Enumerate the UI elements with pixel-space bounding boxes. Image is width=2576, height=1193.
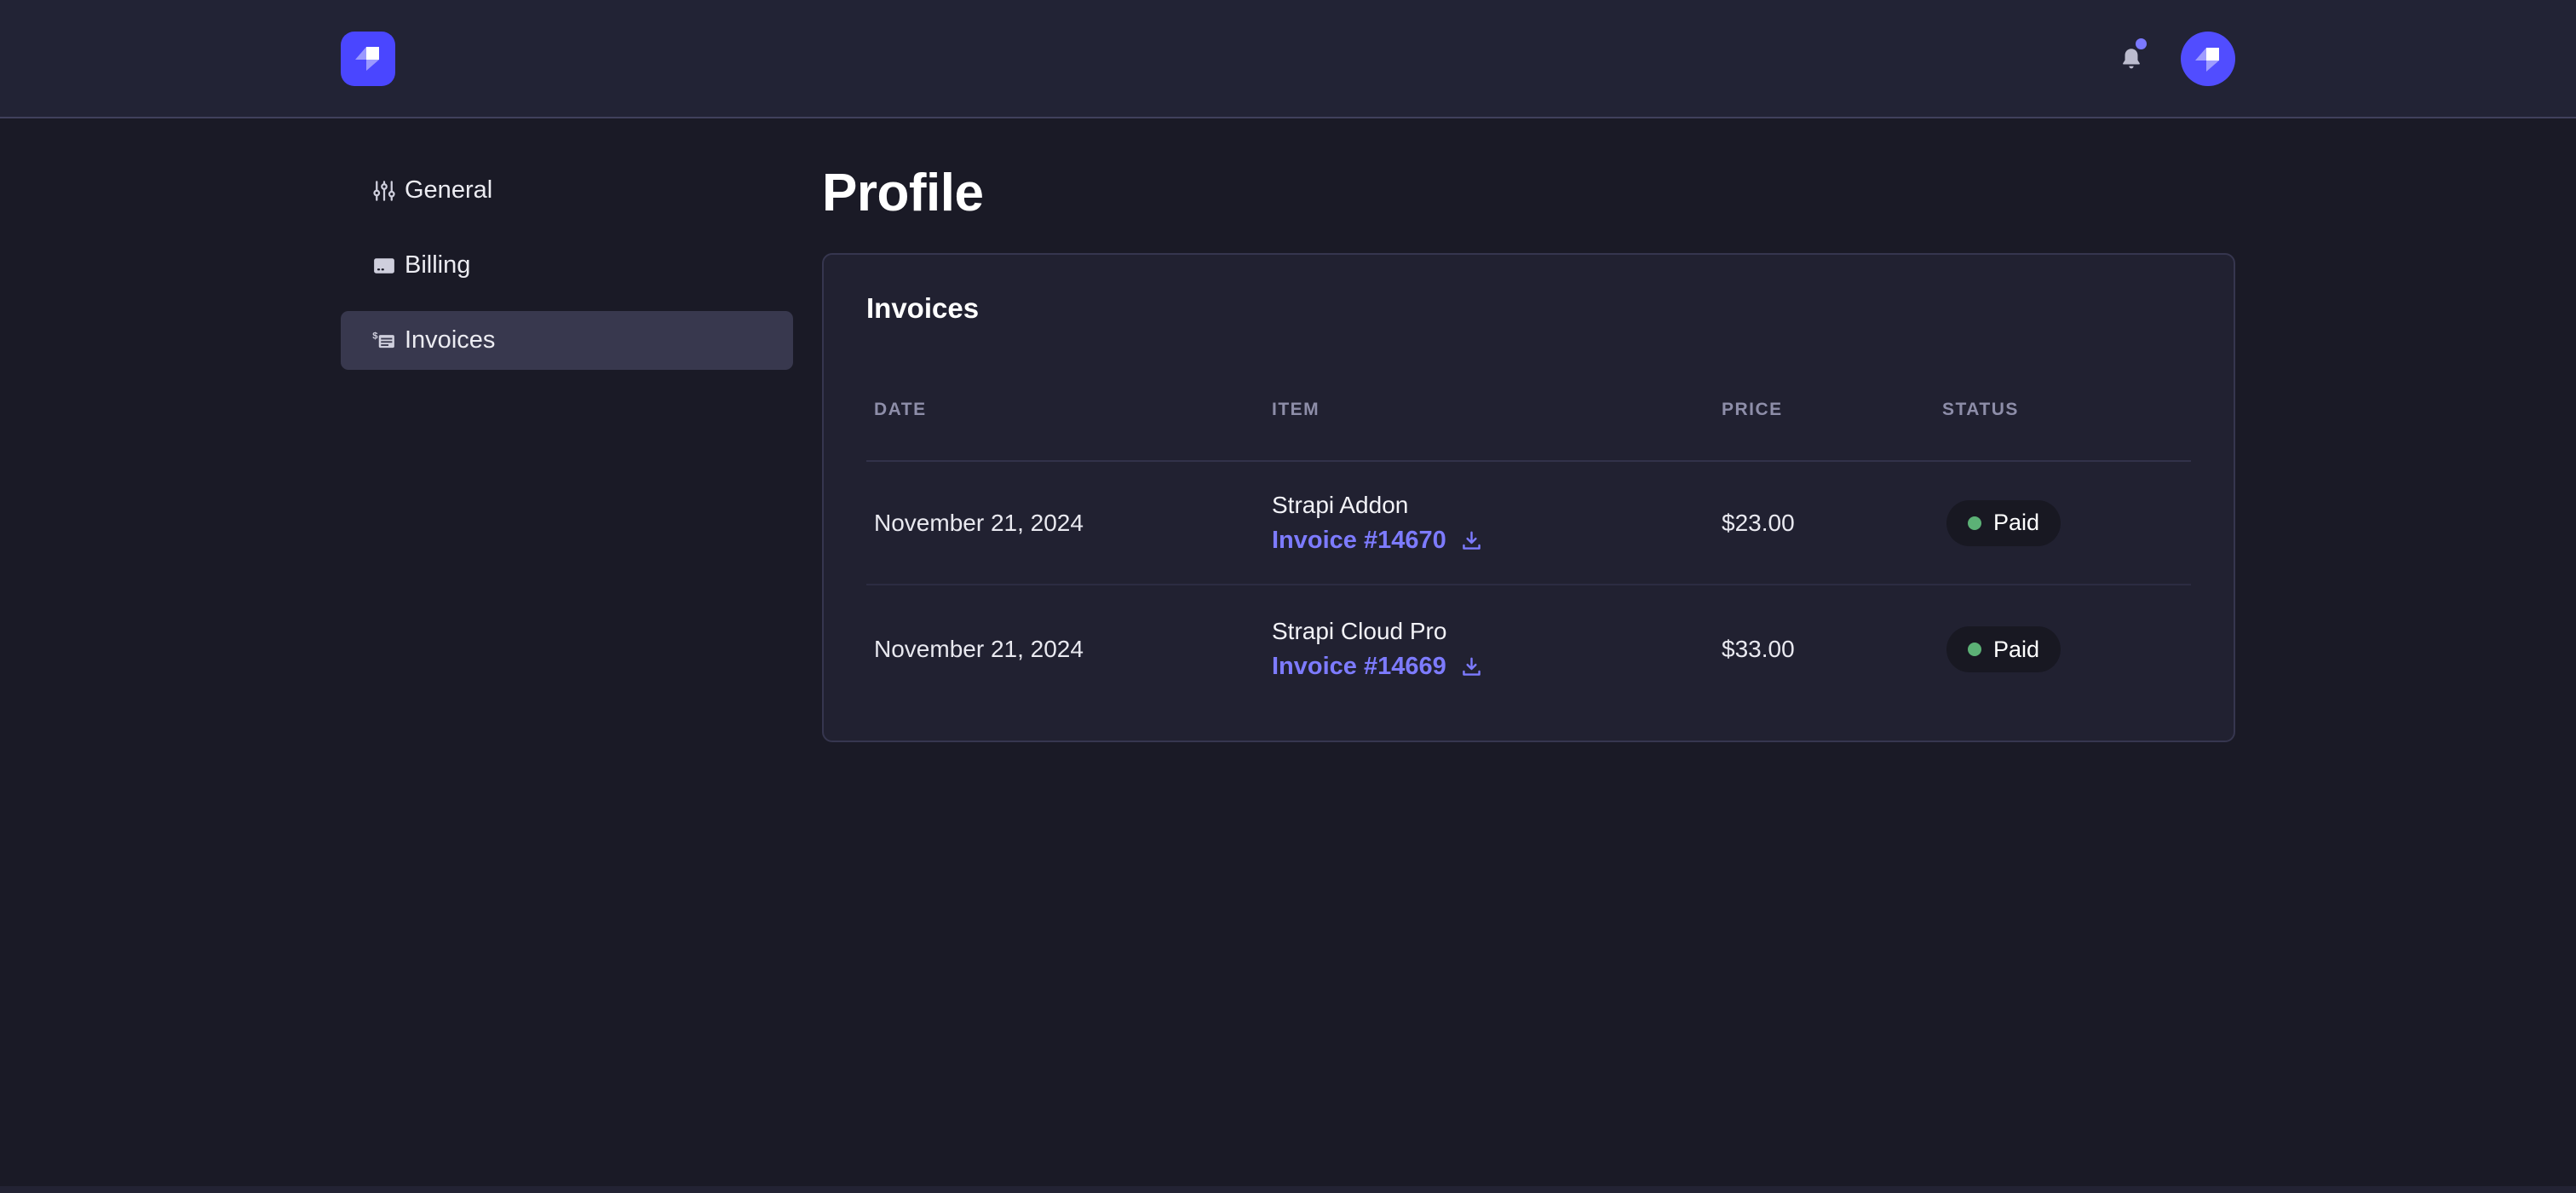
invoice-number-link[interactable]: Invoice #14669: [1272, 653, 1446, 681]
page-layout: General Billing $: [0, 118, 2576, 742]
invoice-number-link[interactable]: Invoice #14670: [1272, 527, 1446, 555]
status-badge: Paid: [1946, 626, 2061, 672]
top-navigation-bar: [0, 0, 2576, 118]
invoices-card-title: Invoices: [866, 292, 2191, 325]
invoice-status-cell: Paid: [1935, 626, 2191, 672]
table-row: November 21, 2024 Strapi Addon Invoice #…: [866, 462, 2191, 585]
status-label: Paid: [1993, 637, 2039, 663]
invoice-icon: $: [371, 328, 397, 354]
strapi-logo-icon: [341, 32, 395, 86]
download-icon[interactable]: [1459, 528, 1484, 553]
notifications-button[interactable]: [2114, 40, 2148, 78]
settings-sidebar: General Billing $: [341, 161, 793, 386]
sidebar-item-label: Billing: [405, 251, 470, 280]
notification-dot: [2136, 38, 2147, 49]
sidebar-item-label: General: [405, 176, 492, 205]
profile-page: { "header": { "logo_icon": "strapi-logo"…: [0, 0, 2576, 1193]
column-header-item: Item: [1264, 400, 1714, 420]
sliders-icon: [371, 178, 397, 204]
invoice-item-cell: Strapi Cloud Pro Invoice #14669: [1264, 618, 1714, 681]
sidebar-item-invoices[interactable]: $ Invoices: [341, 311, 793, 370]
invoice-price: $23.00: [1714, 510, 1935, 537]
status-label: Paid: [1993, 510, 2039, 536]
svg-text:$: $: [372, 331, 378, 341]
table-header-row: Date Item Price Status: [866, 400, 2191, 462]
invoice-status-cell: Paid: [1935, 500, 2191, 546]
credit-card-icon: [371, 253, 397, 279]
paid-dot-icon: [1968, 516, 1981, 530]
main-content: Profile Invoices Date Item Price Status …: [822, 164, 2235, 742]
strapi-logo[interactable]: [341, 32, 395, 86]
column-header-price: Price: [1714, 400, 1935, 420]
strapi-avatar-icon: [2181, 32, 2235, 86]
invoice-item-name: Strapi Cloud Pro: [1272, 618, 1714, 645]
column-header-status: Status: [1935, 400, 2191, 420]
paid-dot-icon: [1968, 643, 1981, 656]
window-bottom-edge: [0, 1186, 2576, 1193]
topbar-actions: [2114, 32, 2235, 86]
invoice-date: November 21, 2024: [866, 636, 1264, 663]
page-title: Profile: [822, 164, 2235, 222]
invoice-price: $33.00: [1714, 636, 1935, 663]
sidebar-item-billing[interactable]: Billing: [341, 236, 793, 295]
sidebar-item-label: Invoices: [405, 326, 495, 354]
column-header-date: Date: [866, 400, 1264, 420]
invoices-card: Invoices Date Item Price Status November…: [822, 253, 2235, 742]
table-row: November 21, 2024 Strapi Cloud Pro Invoi…: [866, 585, 2191, 713]
user-avatar[interactable]: [2181, 32, 2235, 86]
download-icon[interactable]: [1459, 654, 1484, 679]
sidebar-item-general[interactable]: General: [341, 161, 793, 220]
status-badge: Paid: [1946, 500, 2061, 546]
invoice-item-cell: Strapi Addon Invoice #14670: [1264, 492, 1714, 555]
invoice-item-name: Strapi Addon: [1272, 492, 1714, 519]
invoice-date: November 21, 2024: [866, 510, 1264, 537]
